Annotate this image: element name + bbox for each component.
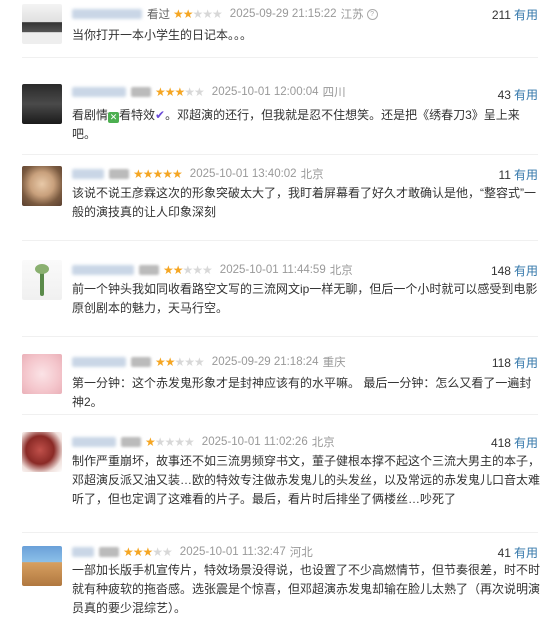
useful-label: 有用 xyxy=(513,168,538,182)
review-location: 北京 xyxy=(300,169,324,181)
avatar[interactable] xyxy=(22,4,62,44)
useful-button[interactable]: 418 有用 xyxy=(491,434,538,451)
rating-label xyxy=(139,265,159,275)
divider xyxy=(22,240,538,241)
username[interactable] xyxy=(72,357,126,367)
useful-label: 有用 xyxy=(513,356,538,370)
review-date: 2025-10-01 13:40:02 xyxy=(189,168,297,180)
info-icon[interactable]: ? xyxy=(366,8,378,20)
useful-count: 43 xyxy=(497,88,511,102)
rating-label xyxy=(131,357,151,367)
rating-label: 看过 xyxy=(147,9,170,21)
review-text: 看剧情 ✕ 看特效✔。邓超演的还行，但我就是忍不住想笑。还是把《绣春刀3》呈上来吧。 xyxy=(72,106,540,144)
username[interactable] xyxy=(72,169,104,179)
divider xyxy=(22,336,538,337)
review-text: 前一个钟头我如同收看路空文写的三流网文ip一样无聊，但后一个小时就可以感受到电影… xyxy=(72,282,538,315)
review-text: 该说不说王彦霖这次的形象突破太大了，我盯着屏幕看了好久才敢确认是他，“整容式”一… xyxy=(72,186,536,219)
useful-count: 118 xyxy=(491,356,511,370)
review-text: 当你打开一本小学生的日记本。。。 xyxy=(72,28,253,42)
review-item: ★★★★★ 2025-10-01 11:02:26 北京 418 有用 制作严重崩… xyxy=(0,428,550,533)
star-rating: ★★★★★ xyxy=(145,435,195,449)
review-date: 2025-10-01 11:02:26 xyxy=(201,436,308,448)
review-item: ★★★★★ 2025-10-01 11:32:47 河北 41 有用 一部加长版手… xyxy=(0,540,550,615)
review-text: 第一分钟：这个赤发鬼形象才是封神应该有的水平嘛。 最后一分钟：怎么又看了一遍封神… xyxy=(72,376,532,409)
review-location: 重庆 xyxy=(322,357,346,369)
review-text-part: 看特效 xyxy=(119,108,156,122)
useful-label: 有用 xyxy=(513,264,538,278)
useful-button[interactable]: 11 有用 xyxy=(499,166,538,183)
username[interactable] xyxy=(72,437,116,447)
star-rating: ★★★★★ xyxy=(155,85,205,99)
username[interactable] xyxy=(72,87,126,97)
review-item: 看过 ★★★★★ 2025-09-29 21:15:22 江苏 ? 211 有用 … xyxy=(0,0,550,58)
review-text: 制作严重崩坏，故事还不如三流男频穿书文，董子健根本撑不起这个三流大男主的本子，邓… xyxy=(72,454,541,506)
review-date: 2025-10-01 12:00:04 xyxy=(211,86,319,98)
avatar[interactable] xyxy=(22,84,62,124)
review-location: 北京 xyxy=(311,437,335,449)
useful-button[interactable]: 41 有用 xyxy=(498,544,538,561)
useful-count: 211 xyxy=(491,8,511,22)
useful-label: 有用 xyxy=(513,8,538,22)
username[interactable] xyxy=(72,547,94,557)
star-rating: ★★★★★ xyxy=(133,167,183,181)
avatar[interactable] xyxy=(22,546,62,586)
review-date: 2025-09-29 21:18:24 xyxy=(211,356,319,368)
star-rating: ★★★★★ xyxy=(123,545,173,559)
divider xyxy=(22,57,538,58)
avatar[interactable] xyxy=(22,432,62,472)
useful-count: 41 xyxy=(497,546,511,560)
divider xyxy=(22,154,538,155)
rating-label xyxy=(109,169,129,179)
useful-button[interactable]: 118 有用 xyxy=(492,354,538,371)
check-emoji-icon: ✔ xyxy=(155,108,166,122)
divider xyxy=(22,414,538,415)
review-date: 2025-10-01 11:44:59 xyxy=(219,264,326,276)
cross-emoji-icon: ✕ xyxy=(108,112,120,123)
review-item: ★★★★★ 2025-10-01 11:44:59 北京 148 有用 前一个钟头… xyxy=(0,256,550,337)
useful-button[interactable]: 148 有用 xyxy=(491,262,538,279)
review-list: 看过 ★★★★★ 2025-09-29 21:15:22 江苏 ? 211 有用 … xyxy=(0,0,550,615)
review-item: ★★★★★ 2025-10-01 12:00:04 四川 43 有用 看剧情 ✕ 看特… xyxy=(0,74,550,155)
useful-count: 11 xyxy=(498,168,511,182)
useful-label: 有用 xyxy=(513,546,538,560)
review-text-part: 看剧情 xyxy=(72,108,109,122)
review-text: 一部加长版手机宣传片，特效场景没得说，也设置了不少高燃情节，但节奏很差，时不时就… xyxy=(72,563,541,615)
useful-button[interactable]: 211 有用 xyxy=(492,6,538,23)
review-date: 2025-09-29 21:15:22 xyxy=(229,8,337,20)
review-location: 江苏 xyxy=(340,9,364,21)
review-location: 四川 xyxy=(322,87,346,99)
useful-count: 148 xyxy=(490,264,511,278)
star-rating: ★★★★★ xyxy=(173,7,223,21)
avatar[interactable] xyxy=(22,166,62,206)
avatar[interactable] xyxy=(22,260,62,300)
star-rating: ★★★★★ xyxy=(155,355,205,369)
review-item: ★★★★★ 2025-09-29 21:18:24 重庆 118 有用 第一分钟：… xyxy=(0,348,550,418)
divider xyxy=(22,532,538,533)
rating-label xyxy=(99,547,119,557)
username[interactable] xyxy=(72,265,134,275)
review-date: 2025-10-01 11:32:47 xyxy=(179,546,286,558)
review-location: 北京 xyxy=(329,265,353,277)
avatar[interactable] xyxy=(22,354,62,394)
review-item: ★★★★★ 2025-10-01 13:40:02 北京 11 有用 该说不说王彦… xyxy=(0,160,550,250)
useful-label: 有用 xyxy=(513,436,538,450)
username[interactable] xyxy=(72,9,142,19)
review-location: 河北 xyxy=(289,547,313,559)
rating-label xyxy=(121,437,141,447)
useful-label: 有用 xyxy=(513,88,538,102)
rating-label xyxy=(131,87,151,97)
useful-count: 418 xyxy=(490,436,511,450)
star-rating: ★★★★★ xyxy=(163,263,213,277)
useful-button[interactable]: 43 有用 xyxy=(498,86,538,103)
